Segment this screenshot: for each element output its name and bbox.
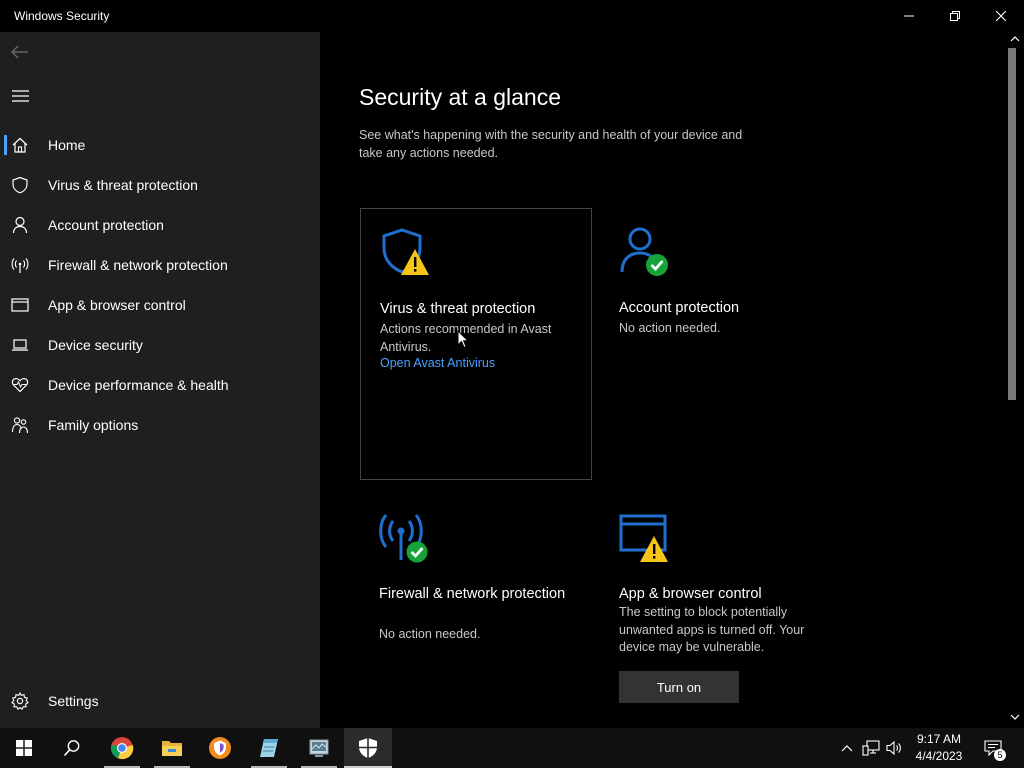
search-button[interactable] [48, 728, 96, 768]
person-check-icon [620, 227, 668, 276]
taskbar: 9:17 AM 4/4/2023 [0, 728, 1024, 768]
shield-warning-icon [382, 228, 429, 275]
minimize-button[interactable] [886, 0, 932, 32]
browser-window-icon [11, 296, 29, 314]
open-avast-link[interactable]: Open Avast Antivirus [380, 356, 495, 370]
sidebar-item-family[interactable]: Family options [0, 405, 320, 445]
network-icon [862, 740, 880, 756]
sidebar-item-label: Family options [48, 417, 139, 433]
page-title: Security at a glance [359, 84, 562, 110]
windows-security-shield-icon [359, 738, 377, 758]
scroll-down-arrow-icon[interactable] [1010, 714, 1020, 720]
start-button[interactable] [0, 728, 48, 768]
sidebar-item-label: Home [48, 137, 86, 153]
sidebar-item-firewall[interactable]: Firewall & network protection [0, 245, 320, 285]
sidebar-item-label: Account protection [48, 217, 164, 233]
system-tool-icon [309, 739, 329, 757]
page-subtitle: See what's happening with the security a… [359, 128, 743, 160]
back-arrow-icon [11, 45, 28, 59]
folder-icon [162, 741, 182, 756]
home-icon [11, 136, 29, 154]
restore-icon [950, 11, 960, 21]
person-icon [11, 216, 29, 234]
sidebar-item-settings[interactable]: Settings [0, 681, 320, 721]
clock-time: 9:17 AM [916, 732, 962, 746]
sidebar-item-device-security[interactable]: Device security [0, 325, 320, 365]
hamburger-icon [11, 90, 29, 102]
close-icon [996, 11, 1006, 21]
turn-on-button[interactable]: Turn on [619, 671, 739, 703]
scrollbar-thumb[interactable] [1008, 48, 1016, 400]
search-icon [63, 740, 80, 757]
chevron-up-icon [841, 745, 853, 752]
antenna-icon [11, 256, 29, 274]
taskbar-chrome[interactable] [98, 728, 146, 768]
sidebar-item-device-performance[interactable]: Device performance & health [0, 365, 320, 405]
card-title: App & browser control [619, 586, 762, 602]
clock-date: 4/4/2023 [915, 749, 963, 763]
taskbar-clock[interactable]: 9:17 AM 4/4/2023 [906, 731, 972, 765]
sidebar-item-virus-threat[interactable]: Virus & threat protection [0, 165, 320, 205]
taskbar-windows-security[interactable] [344, 728, 392, 768]
mouse-cursor-icon [457, 330, 469, 349]
browser-warning-icon [619, 514, 668, 562]
volume-button[interactable] [884, 728, 906, 768]
main-content: Security at a glance See what's happenin… [320, 32, 1024, 728]
card-title: Virus & threat protection [380, 301, 536, 317]
window-title: Windows Security [14, 9, 110, 23]
restore-button[interactable] [932, 0, 978, 32]
network-status-button[interactable] [860, 728, 882, 768]
settings-label: Settings [48, 693, 99, 709]
minimize-icon [904, 15, 914, 17]
taskbar-file-explorer[interactable] [148, 728, 196, 768]
card-description: No action needed. [619, 321, 721, 335]
card-virus-threat[interactable]: Virus & threat protection Actions recomm… [360, 208, 592, 480]
shield-icon [11, 176, 29, 194]
sidebar-item-home[interactable]: Home [0, 125, 320, 165]
windows-logo-icon [16, 740, 32, 756]
close-button[interactable] [978, 0, 1024, 32]
antenna-check-icon [379, 514, 428, 563]
title-bar: Windows Security [0, 0, 1024, 32]
sidebar-item-app-browser[interactable]: App & browser control [0, 285, 320, 325]
card-title: Account protection [619, 300, 740, 316]
card-description: No action needed. [379, 627, 481, 641]
show-hidden-icons-button[interactable] [838, 728, 856, 768]
card-firewall[interactable]: Firewall & network protection No action … [360, 494, 592, 728]
sidebar: Home Virus & threat protection Account p… [0, 32, 320, 728]
vertical-scrollbar[interactable] [1006, 32, 1024, 728]
sidebar-item-account[interactable]: Account protection [0, 205, 320, 245]
selection-indicator [4, 135, 7, 155]
notification-count-badge: 5 [994, 749, 1006, 761]
taskbar-app-3[interactable] [295, 728, 343, 768]
sidebar-item-label: Firewall & network protection [48, 257, 228, 273]
sidebar-item-label: App & browser control [48, 297, 186, 313]
family-icon [11, 416, 29, 434]
sidebar-item-label: Virus & threat protection [48, 177, 198, 193]
chrome-icon [110, 737, 134, 760]
avast-secure-browser-icon [209, 737, 231, 759]
heart-icon [11, 376, 29, 394]
card-title: Firewall & network protection [379, 586, 566, 602]
taskbar-app-2[interactable] [245, 728, 293, 768]
sidebar-item-label: Device performance & health [48, 377, 229, 393]
card-description: The setting to block potentially unwante… [619, 605, 805, 654]
hamburger-menu-button[interactable] [8, 84, 32, 108]
card-account[interactable]: Account protection No action needed. [600, 208, 832, 480]
laptop-icon [11, 336, 29, 354]
card-description: Actions recommended in Avast Antivirus. [380, 322, 552, 354]
notepad-app-icon [260, 739, 278, 757]
card-app-browser[interactable]: App & browser control The setting to blo… [600, 494, 832, 728]
gear-icon [11, 692, 29, 710]
scroll-up-arrow-icon[interactable] [1010, 36, 1020, 42]
action-center-button[interactable] [980, 728, 1006, 768]
sidebar-item-label: Device security [48, 337, 143, 353]
back-button[interactable] [8, 40, 32, 64]
taskbar-avast-browser[interactable] [196, 728, 244, 768]
speaker-icon [886, 740, 901, 756]
